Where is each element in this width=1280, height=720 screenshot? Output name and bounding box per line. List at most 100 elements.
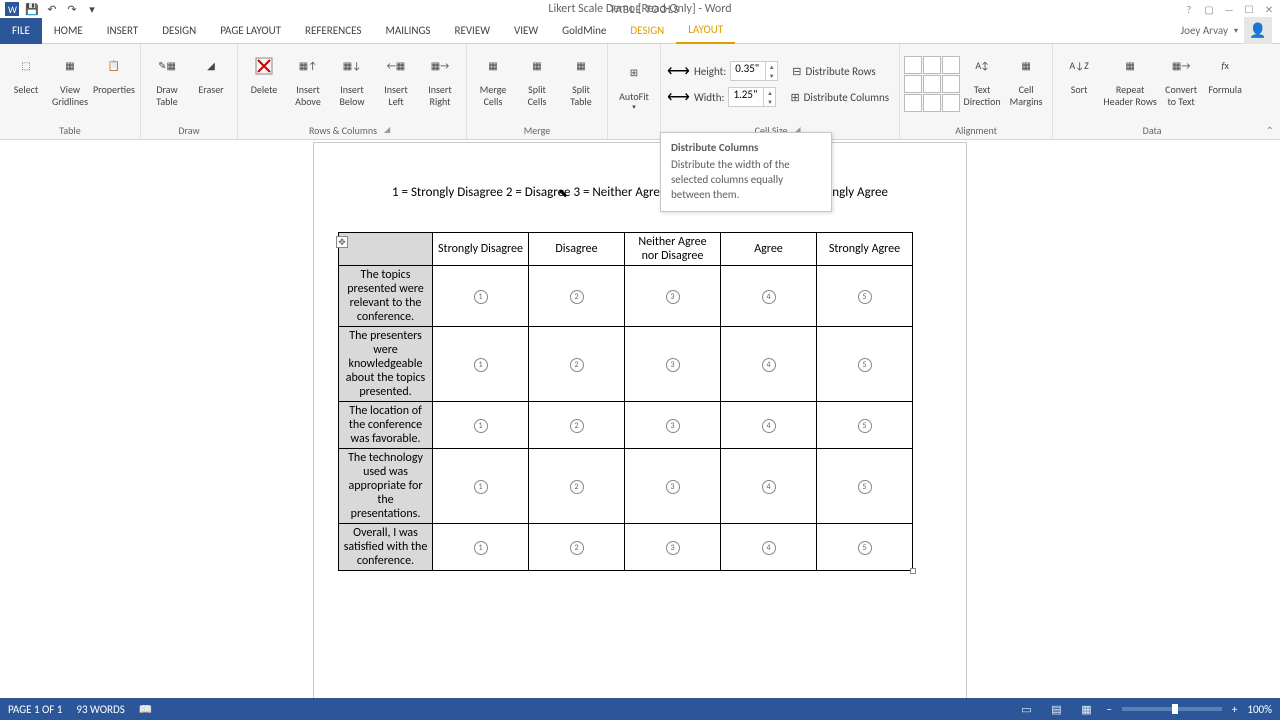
zoom-level[interactable]: 100% <box>1247 703 1272 716</box>
read-mode-icon[interactable]: ▭ <box>1016 701 1036 717</box>
tab-goldmine[interactable]: GoldMine <box>550 18 618 44</box>
tab-file[interactable]: FILE <box>0 18 42 44</box>
insert-below-button[interactable]: ▦↓Insert Below <box>330 46 374 122</box>
table-option-cell[interactable]: 3 <box>625 524 721 571</box>
save-icon[interactable]: 💾 <box>24 1 40 17</box>
align-top-right[interactable] <box>942 56 960 74</box>
height-input[interactable]: 0.35"▲▼ <box>730 61 778 81</box>
tab-review[interactable]: REVIEW <box>442 18 502 44</box>
draw-table-button[interactable]: ✎▦Draw Table <box>145 46 189 122</box>
print-layout-icon[interactable]: ▤ <box>1046 701 1066 717</box>
properties-button[interactable]: 📋Properties <box>92 46 136 122</box>
text-direction-button[interactable]: A↕Text Direction <box>960 46 1004 122</box>
table-option-cell[interactable]: 3 <box>625 402 721 449</box>
table-question-cell[interactable]: The topics presented were relevant to th… <box>339 266 433 327</box>
zoom-in-icon[interactable]: + <box>1232 703 1237 716</box>
align-middle-center[interactable] <box>923 75 941 93</box>
rows-cols-launcher-icon[interactable]: ◢ <box>383 125 395 137</box>
eraser-button[interactable]: ◢Eraser <box>189 46 233 122</box>
split-table-button[interactable]: ▦Split Table <box>559 46 603 122</box>
table-option-cell[interactable]: 5 <box>817 449 913 524</box>
document-page[interactable]: 1 = Strongly Disagree 2 = Disagree 3 = N… <box>313 142 967 698</box>
table-option-cell[interactable]: 2 <box>529 524 625 571</box>
tab-table-design[interactable]: DESIGN <box>618 18 676 44</box>
qat-customize-icon[interactable]: ▾ <box>84 1 100 17</box>
tab-insert[interactable]: INSERT <box>95 18 151 44</box>
width-input[interactable]: 1.25"▲▼ <box>728 87 776 107</box>
table-header[interactable]: Neither Agree nor Disagree <box>625 233 721 266</box>
likert-table[interactable]: Strongly DisagreeDisagreeNeither Agree n… <box>338 232 913 571</box>
cell-margins-button[interactable]: ▦Cell Margins <box>1004 46 1048 122</box>
table-option-cell[interactable]: 5 <box>817 524 913 571</box>
insert-above-button[interactable]: ▦↑Insert Above <box>286 46 330 122</box>
table-option-cell[interactable]: 5 <box>817 327 913 402</box>
zoom-out-icon[interactable]: − <box>1106 703 1111 716</box>
select-button[interactable]: ⬚Select <box>4 46 48 122</box>
delete-button[interactable]: Delete <box>242 46 286 122</box>
redo-icon[interactable]: ↷ <box>64 1 80 17</box>
maximize-icon[interactable]: ☐ <box>1240 1 1258 17</box>
distribute-rows-button[interactable]: ⊟Distribute Rows <box>788 60 879 82</box>
repeat-header-rows-button[interactable]: ▦Repeat Header Rows <box>1101 46 1159 122</box>
table-option-cell[interactable]: 4 <box>721 402 817 449</box>
autofit-button[interactable]: ⊞AutoFit▾ <box>612 53 656 129</box>
web-layout-icon[interactable]: ▦ <box>1076 701 1096 717</box>
formula-button[interactable]: fxFormula <box>1203 46 1247 122</box>
align-middle-left[interactable] <box>904 75 922 93</box>
table-option-cell[interactable]: 2 <box>529 402 625 449</box>
tab-page-layout[interactable]: PAGE LAYOUT <box>208 18 293 44</box>
align-bottom-center[interactable] <box>923 94 941 112</box>
table-option-cell[interactable]: 2 <box>529 449 625 524</box>
table-option-cell[interactable]: 5 <box>817 266 913 327</box>
table-question-cell[interactable]: The presenters were knowledgeable about … <box>339 327 433 402</box>
ribbon-options-icon[interactable]: ▢ <box>1200 1 1218 17</box>
table-option-cell[interactable]: 2 <box>529 266 625 327</box>
table-option-cell[interactable]: 4 <box>721 524 817 571</box>
tab-table-layout[interactable]: LAYOUT <box>676 18 735 44</box>
align-top-center[interactable] <box>923 56 941 74</box>
table-option-cell[interactable]: 4 <box>721 327 817 402</box>
status-proofing-icon[interactable]: 📖 <box>139 703 153 716</box>
table-question-cell[interactable]: The technology used was appropriate for … <box>339 449 433 524</box>
table-option-cell[interactable]: 3 <box>625 266 721 327</box>
split-cells-button[interactable]: ▦Split Cells <box>515 46 559 122</box>
insert-right-button[interactable]: ▦→Insert Right <box>418 46 462 122</box>
align-bottom-left[interactable] <box>904 94 922 112</box>
sort-button[interactable]: A↓ZSort <box>1057 46 1101 122</box>
collapse-ribbon-icon[interactable]: ⌃ <box>1266 124 1274 137</box>
tab-home[interactable]: HOME <box>42 18 95 44</box>
table-header[interactable]: Disagree <box>529 233 625 266</box>
table-option-cell[interactable]: 1 <box>433 524 529 571</box>
table-header[interactable]: Strongly Disagree <box>433 233 529 266</box>
tab-mailings[interactable]: MAILINGS <box>373 18 442 44</box>
align-top-left[interactable] <box>904 56 922 74</box>
align-bottom-right[interactable] <box>942 94 960 112</box>
table-option-cell[interactable]: 3 <box>625 449 721 524</box>
table-option-cell[interactable]: 3 <box>625 327 721 402</box>
table-option-cell[interactable]: 5 <box>817 402 913 449</box>
undo-icon[interactable]: ↶ <box>44 1 60 17</box>
minimize-icon[interactable]: — <box>1220 1 1238 17</box>
close-icon[interactable]: ✕ <box>1260 1 1278 17</box>
table-question-cell[interactable]: Overall, I was satisfied with the confer… <box>339 524 433 571</box>
table-header[interactable]: Strongly Agree <box>817 233 913 266</box>
table-option-cell[interactable]: 1 <box>433 266 529 327</box>
help-icon[interactable]: ? <box>1180 1 1198 17</box>
table-header[interactable] <box>339 233 433 266</box>
view-gridlines-button[interactable]: ▦View Gridlines <box>48 46 92 122</box>
convert-to-text-button[interactable]: ▦→Convert to Text <box>1159 46 1203 122</box>
table-resize-handle[interactable] <box>910 568 916 574</box>
insert-left-button[interactable]: ←▦Insert Left <box>374 46 418 122</box>
table-option-cell[interactable]: 2 <box>529 327 625 402</box>
status-words[interactable]: 93 WORDS <box>76 703 124 716</box>
avatar[interactable]: 👤 <box>1244 17 1272 45</box>
zoom-slider[interactable] <box>1122 707 1222 711</box>
tab-design[interactable]: DESIGN <box>150 18 208 44</box>
table-option-cell[interactable]: 1 <box>433 449 529 524</box>
tab-view[interactable]: VIEW <box>502 18 550 44</box>
table-header[interactable]: Agree <box>721 233 817 266</box>
table-option-cell[interactable]: 1 <box>433 402 529 449</box>
status-page[interactable]: PAGE 1 OF 1 <box>8 703 62 716</box>
table-option-cell[interactable]: 4 <box>721 449 817 524</box>
table-option-cell[interactable]: 1 <box>433 327 529 402</box>
